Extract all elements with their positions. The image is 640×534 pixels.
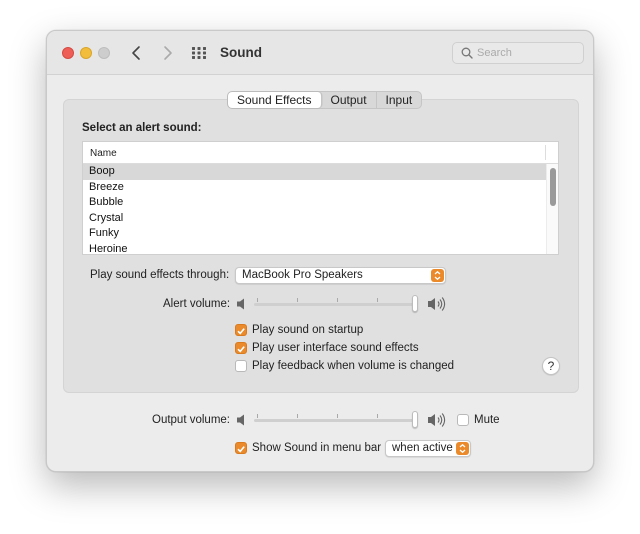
- popup-chevron-icon: [431, 269, 444, 282]
- output-volume-slider[interactable]: [254, 410, 418, 430]
- startup-sound-label: Play sound on startup: [252, 324, 364, 336]
- chevron-right-icon: [164, 46, 172, 60]
- help-button[interactable]: ?: [542, 357, 560, 375]
- slider-track: [254, 419, 418, 422]
- speaker-high-icon: [428, 297, 446, 311]
- slider-track: [254, 303, 418, 306]
- checkmark-icon: [237, 346, 245, 353]
- title-bar: Sound: [47, 31, 593, 75]
- slider-knob[interactable]: [412, 411, 418, 428]
- column-header-label: Name: [90, 148, 117, 159]
- scrollbar-thumb[interactable]: [550, 168, 556, 206]
- search-field[interactable]: [452, 42, 584, 64]
- speaker-low-icon: [237, 414, 244, 426]
- ui-sound-effects-label: Play user interface sound effects: [252, 342, 419, 354]
- alert-volume-slider[interactable]: [254, 294, 418, 314]
- show-all-button[interactable]: [190, 45, 208, 61]
- play-through-label: Play sound effects through:: [90, 269, 230, 281]
- window-title: Sound: [220, 45, 262, 60]
- slider-tick: [377, 414, 378, 418]
- back-button[interactable]: [129, 44, 145, 62]
- slider-tick: [297, 298, 298, 302]
- slider-tick: [337, 414, 338, 418]
- startup-sound-checkbox[interactable]: [235, 324, 247, 336]
- output-device-popup[interactable]: MacBook Pro Speakers: [235, 267, 446, 284]
- output-device-value: MacBook Pro Speakers: [242, 269, 363, 281]
- output-volume-label: Output volume:: [152, 414, 230, 426]
- alert-volume-label: Alert volume:: [163, 298, 231, 310]
- alert-sound-list[interactable]: Name Boop Breeze Bubble Crystal Funky He…: [82, 141, 559, 255]
- search-icon: [461, 47, 473, 59]
- tab-sound-effects[interactable]: Sound Effects: [228, 92, 322, 108]
- tab-input[interactable]: Input: [377, 92, 422, 108]
- zoom-window-button: [98, 47, 110, 59]
- alert-sound-heading: Select an alert sound:: [82, 122, 202, 134]
- list-item[interactable]: Breeze: [83, 180, 547, 196]
- tab-output[interactable]: Output: [322, 92, 377, 108]
- slider-knob[interactable]: [412, 295, 418, 312]
- list-item[interactable]: Bubble: [83, 195, 547, 211]
- speaker-high-icon: [428, 413, 446, 427]
- forward-button[interactable]: [159, 44, 175, 62]
- slider-tick: [297, 414, 298, 418]
- grid-icon: [192, 47, 206, 59]
- list-item[interactable]: Crystal: [83, 211, 547, 227]
- scrollbar[interactable]: [546, 164, 558, 254]
- sound-preferences-window: Sound Sound Effects Output Input Select …: [46, 30, 594, 472]
- ui-sound-effects-checkbox[interactable]: [235, 342, 247, 354]
- menu-bar-mode-popup[interactable]: when active: [385, 440, 471, 457]
- speaker-low-icon: [237, 298, 244, 310]
- chevron-left-icon: [132, 46, 140, 60]
- popup-chevron-icon: [456, 442, 469, 455]
- show-in-menu-bar-label: Show Sound in menu bar: [252, 442, 382, 454]
- checkmark-icon: [237, 446, 245, 453]
- checkmark-icon: [237, 328, 245, 335]
- column-header-name[interactable]: Name: [83, 142, 558, 164]
- close-window-button[interactable]: [62, 47, 74, 59]
- mute-label: Mute: [474, 414, 500, 426]
- list-item[interactable]: Heroine: [83, 242, 547, 255]
- minimize-window-button[interactable]: [80, 47, 92, 59]
- slider-tick: [377, 298, 378, 302]
- volume-feedback-checkbox[interactable]: [235, 360, 247, 372]
- mute-checkbox[interactable]: [457, 414, 469, 426]
- list-item[interactable]: Funky: [83, 226, 547, 242]
- slider-tick: [257, 298, 258, 302]
- show-in-menu-bar-checkbox[interactable]: [235, 442, 247, 454]
- slider-tick: [337, 298, 338, 302]
- tab-bar: Sound Effects Output Input: [227, 91, 423, 109]
- volume-feedback-label: Play feedback when volume is changed: [252, 360, 455, 372]
- list-item[interactable]: Boop: [83, 164, 547, 180]
- slider-tick: [257, 414, 258, 418]
- column-divider: [545, 145, 546, 160]
- search-input[interactable]: [477, 45, 577, 61]
- menu-bar-mode-value: when active: [392, 442, 453, 454]
